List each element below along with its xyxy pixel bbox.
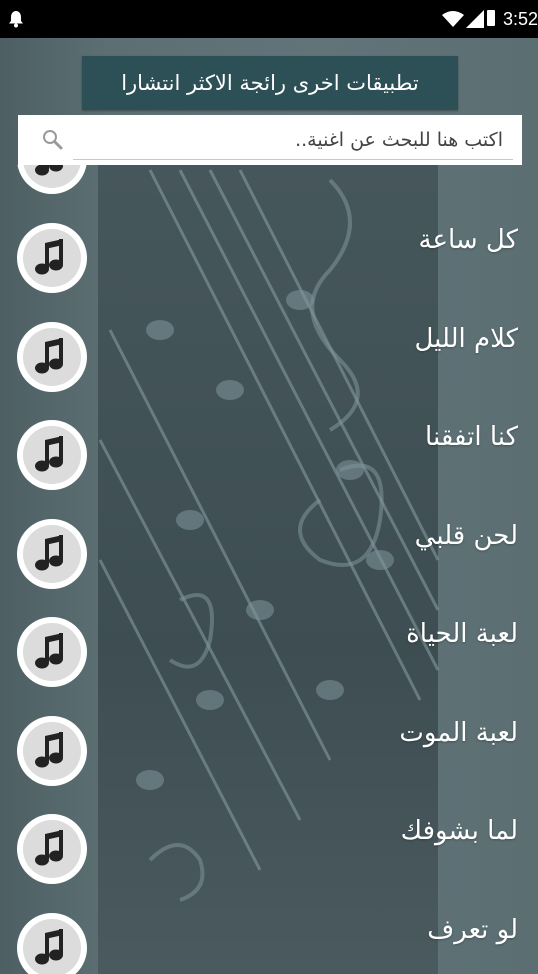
search-icon[interactable] [42, 129, 64, 151]
battery-icon [487, 10, 495, 26]
song-list-item[interactable]: لحن قلبي [0, 495, 538, 594]
signal-icon [466, 10, 484, 28]
song-title: لعبة الحياة [406, 619, 518, 649]
search-bar: اكتب هنا للبحث عن اغنية.. [18, 115, 522, 165]
song-list-item[interactable]: لما بشوفك [0, 790, 538, 889]
music-note-icon [17, 518, 87, 589]
song-title: لعبة الموت [399, 717, 518, 748]
music-note-icon [17, 321, 87, 392]
song-list-item[interactable]: لعبة الموت [0, 692, 538, 791]
wifi-icon [442, 11, 464, 27]
music-note-icon [17, 912, 87, 974]
song-list-item[interactable]: كل ساعة [0, 199, 538, 298]
song-title: لو تعرف [427, 914, 518, 945]
music-note-icon [17, 420, 87, 490]
search-placeholder: اكتب هنا للبحث عن اغنية.. [295, 129, 503, 151]
song-title: كنا اتفقنا [425, 422, 518, 452]
music-note-icon [17, 715, 87, 786]
status-time: 3:52 [503, 9, 538, 29]
bell-icon [9, 11, 23, 28]
song-list-item[interactable]: لعبة الحياة [0, 593, 538, 692]
music-note-icon [17, 223, 87, 293]
other-apps-banner-button[interactable]: تطبيقات اخرى رائجة الاكثر انتشارا [82, 56, 458, 110]
music-note-icon [17, 814, 87, 884]
search-input[interactable]: اكتب هنا للبحث عن اغنية.. [73, 123, 513, 160]
song-list-item[interactable]: لو تعرف [0, 889, 538, 974]
song-title: كلام الليل [414, 323, 518, 354]
song-list-item[interactable]: كلام الليل [0, 298, 538, 397]
song-list[interactable]: كل ساعة كلام الليل كنا اتفقنا لحن قلبي ل… [0, 165, 538, 974]
song-title: لما بشوفك [400, 816, 518, 846]
music-note-icon [17, 165, 87, 194]
music-note-icon [17, 617, 87, 687]
song-list-item[interactable]: كنا اتفقنا [0, 396, 538, 495]
song-title: لحن قلبي [414, 520, 518, 551]
song-title: كل ساعة [418, 225, 519, 255]
status-bar: 3:52 [0, 0, 538, 38]
